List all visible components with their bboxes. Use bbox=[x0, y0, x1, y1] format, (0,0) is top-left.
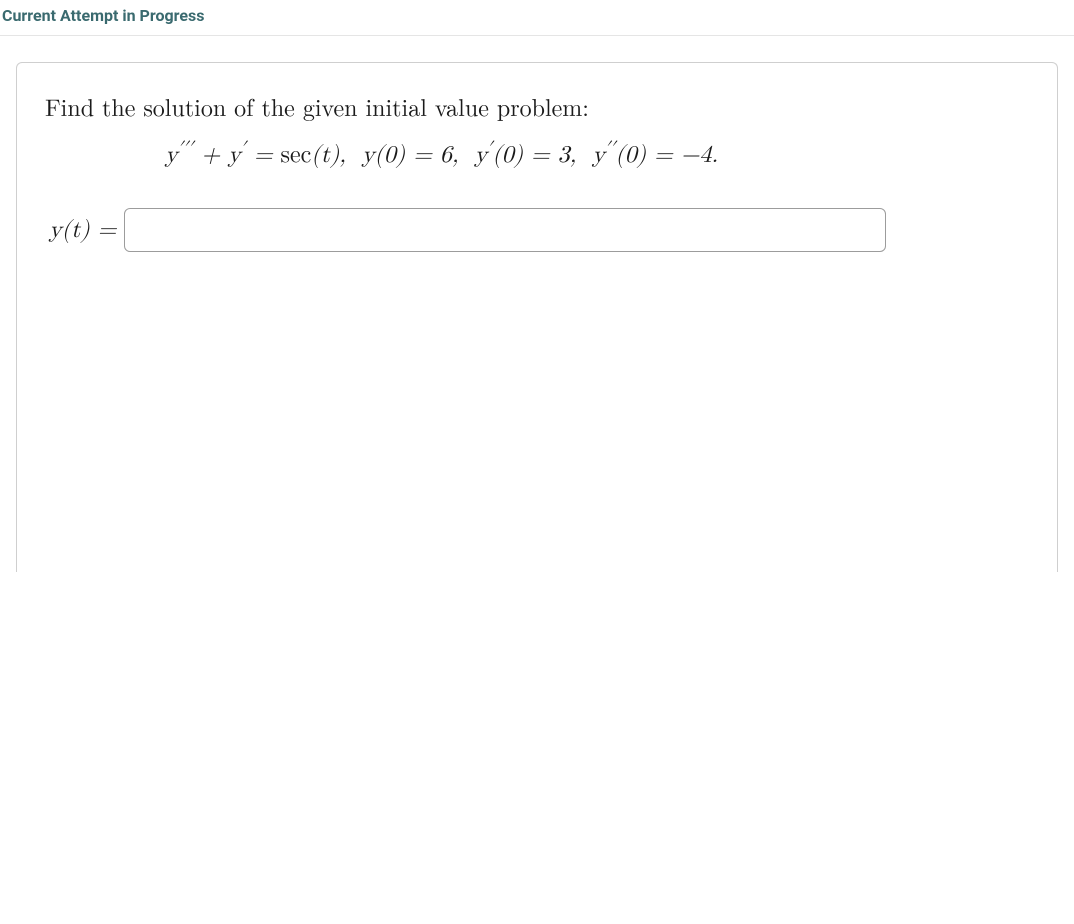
problem-equation: y′′′ + y′ = sec(t), y(0) = 6, y′(0) = 3,… bbox=[45, 141, 1029, 170]
problem-prompt: Find the solution of the given initial v… bbox=[45, 89, 1029, 123]
answer-row: y(t) = bbox=[45, 208, 1029, 252]
answer-label: y(t) = bbox=[49, 216, 116, 245]
attempt-status-text: Current Attempt in Progress bbox=[2, 6, 204, 25]
question-container: Find the solution of the given initial v… bbox=[16, 62, 1058, 572]
attempt-status-header: Current Attempt in Progress bbox=[0, 0, 1074, 36]
answer-input[interactable] bbox=[124, 208, 886, 252]
